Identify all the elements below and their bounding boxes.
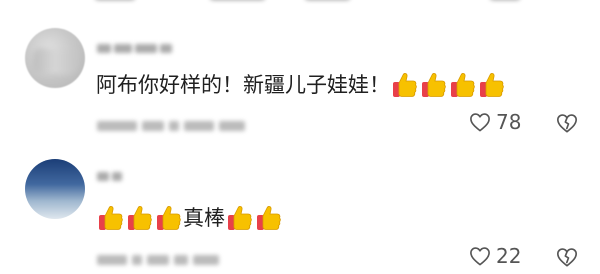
dislike-button[interactable] [556, 112, 578, 134]
comment-meta-blurred [97, 250, 224, 265]
comment-item: 阿布你好样的！新疆儿子娃娃！ 78 [0, 24, 600, 142]
like-button[interactable]: 22 [469, 244, 521, 268]
thumbs-up-emoji [422, 73, 446, 97]
dislike-button[interactable] [556, 246, 578, 268]
like-button[interactable]: 78 [469, 110, 521, 134]
heart-outline-icon [470, 113, 490, 132]
thumbs-up-emoji [257, 206, 281, 230]
thumbs-up-emoji [451, 73, 475, 97]
comment-text: 真棒 [96, 203, 283, 233]
username-blurred[interactable] [97, 38, 175, 53]
thumbs-up-emoji-group [390, 70, 506, 100]
previous-comment-fragment [95, 0, 565, 6]
username-blurred[interactable] [97, 166, 125, 181]
thumbs-up-emoji [99, 206, 123, 230]
thumbs-up-emoji-group [225, 203, 283, 233]
thumbs-up-emoji [228, 206, 252, 230]
thumbs-up-emoji [157, 206, 181, 230]
comment-item: 真棒 22 [0, 155, 600, 274]
heart-outline-icon [470, 247, 490, 266]
thumbs-up-emoji [393, 73, 417, 97]
comment-text: 阿布你好样的！新疆儿子娃娃！ [96, 70, 506, 100]
thumbs-up-emoji-group [96, 203, 183, 233]
avatar[interactable] [25, 28, 85, 88]
like-count: 78 [496, 110, 522, 134]
comment-meta-blurred [97, 116, 250, 131]
thumbs-up-emoji [480, 73, 504, 97]
comment-text-content: 阿布你好样的！新疆儿子娃娃！ [96, 73, 390, 97]
avatar[interactable] [25, 159, 85, 219]
like-count: 22 [496, 244, 522, 268]
broken-heart-outline-icon [557, 114, 577, 133]
broken-heart-outline-icon [557, 248, 577, 267]
comment-text-content: 真棒 [183, 206, 225, 230]
thumbs-up-emoji [128, 206, 152, 230]
